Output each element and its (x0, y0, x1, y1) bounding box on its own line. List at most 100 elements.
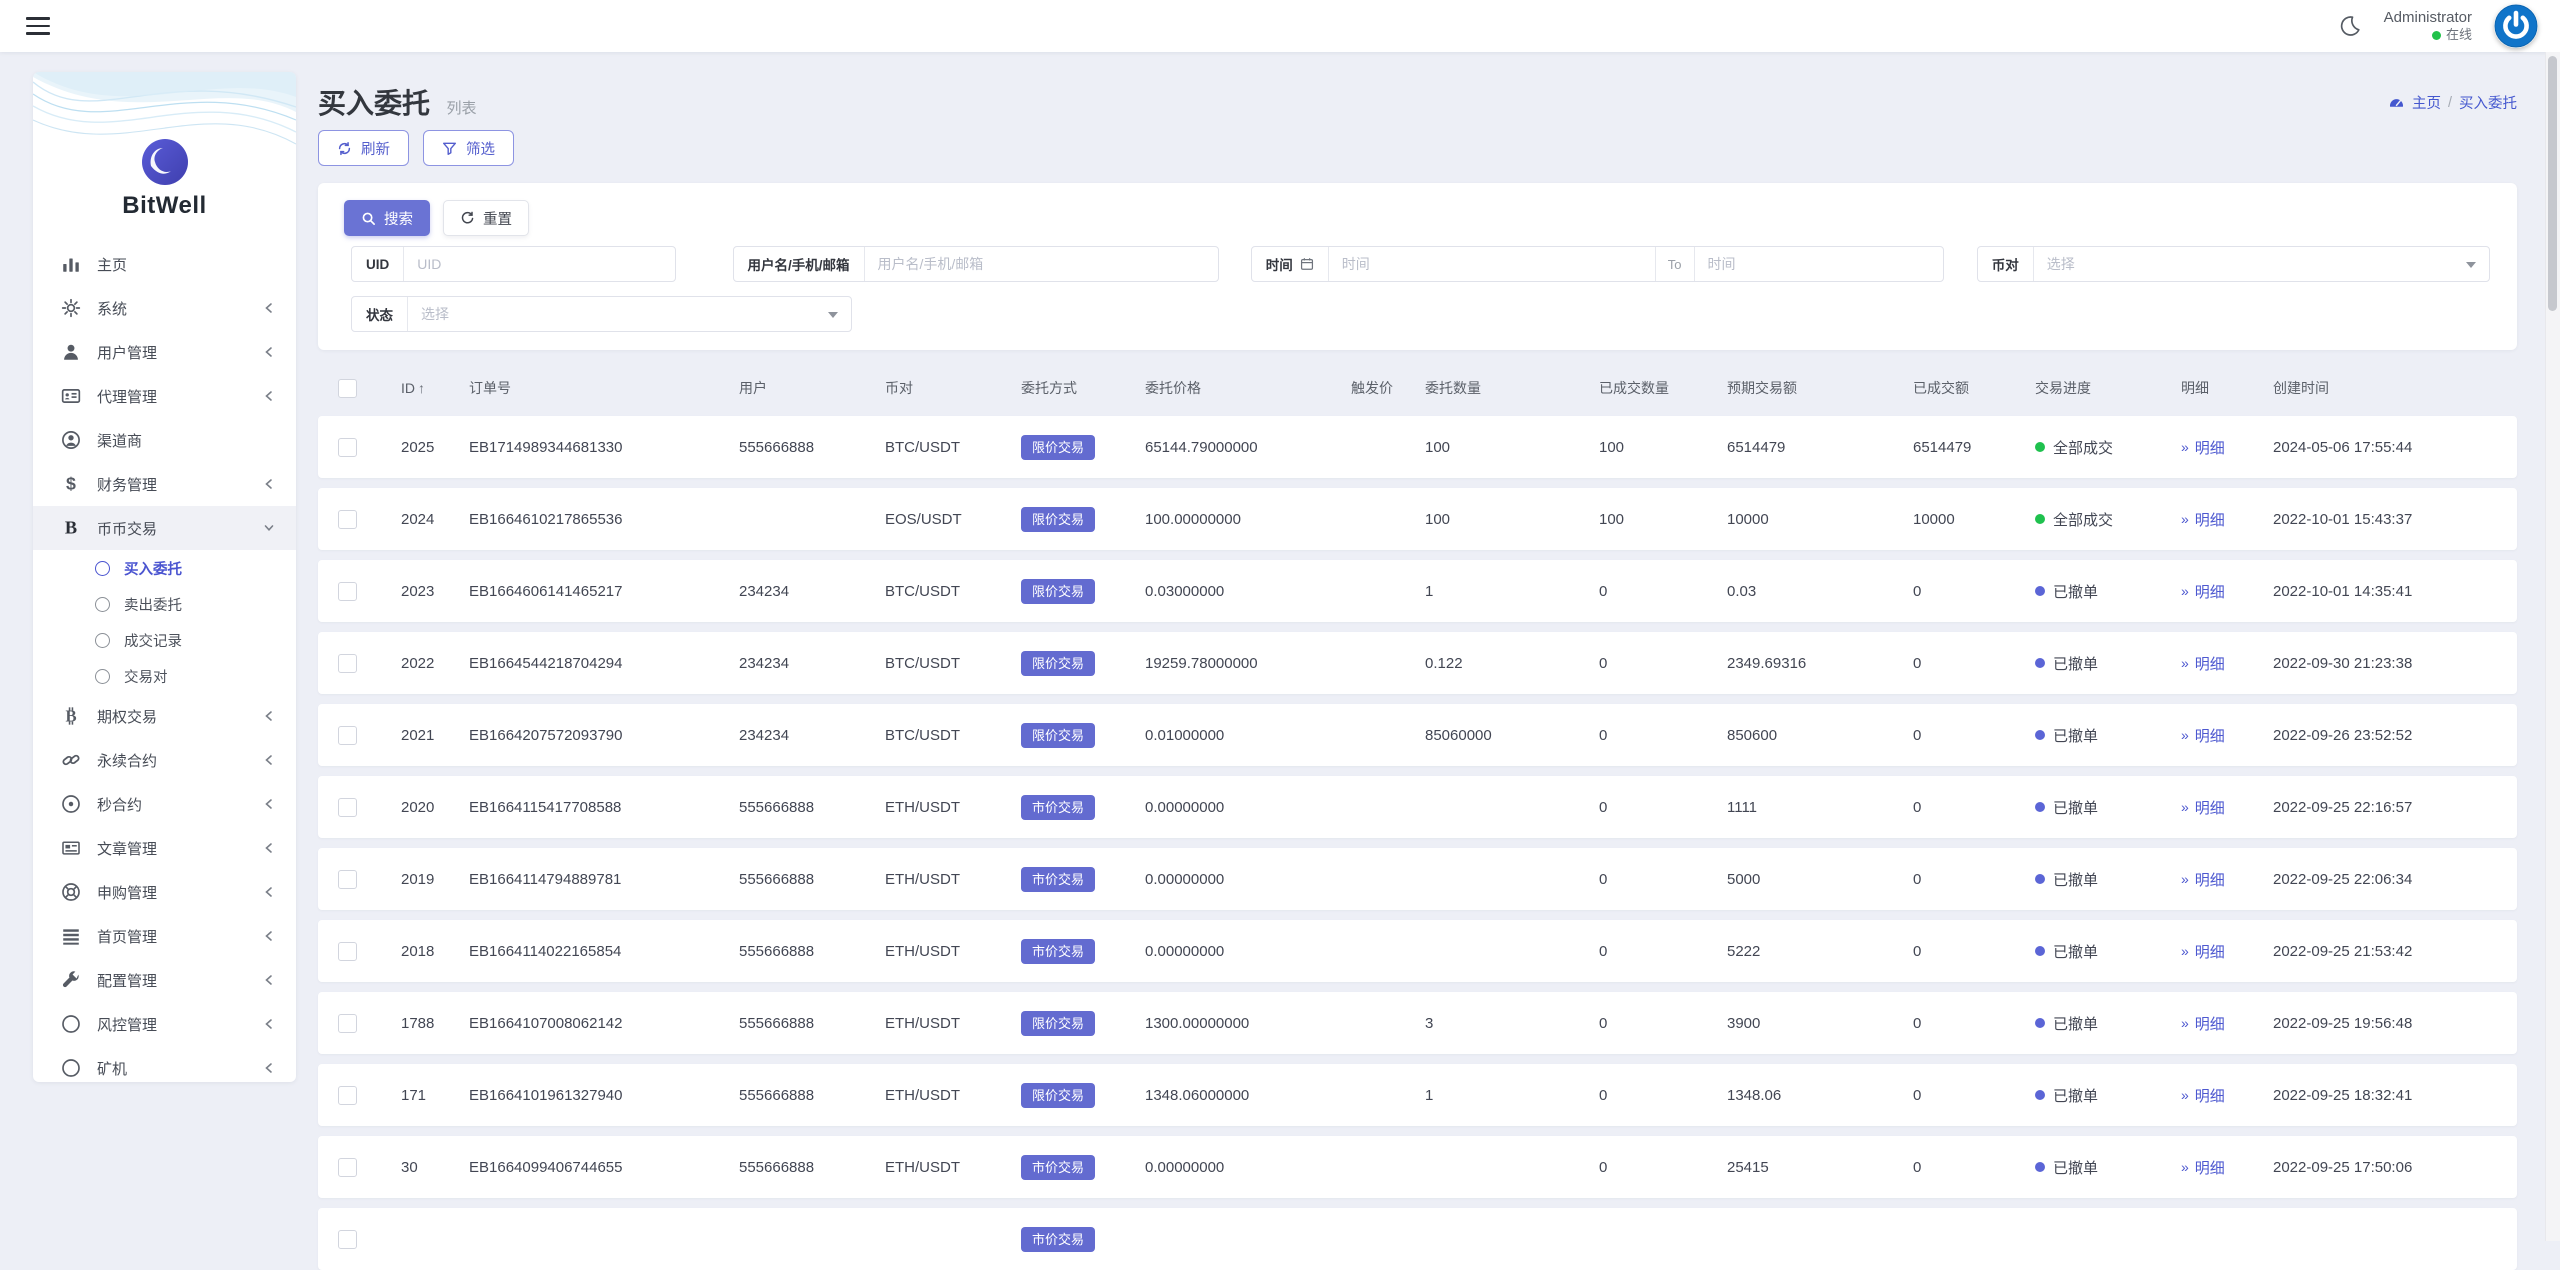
status-text: 已撤单 (2053, 869, 2098, 890)
sidebar-subitem-trade-pairs[interactable]: 交易对 (33, 658, 296, 694)
sidebar-item-user-mgmt[interactable]: 用户管理 (33, 330, 296, 374)
sidebar-item-risk-mgmt[interactable]: 风控管理 (33, 1002, 296, 1046)
avatar[interactable] (2494, 4, 2538, 48)
order-type-badge: 市价交易 (1021, 867, 1095, 892)
sidebar-item-finance-mgmt[interactable]: $财务管理 (33, 462, 296, 506)
pair-select[interactable]: 选择 (2034, 247, 2489, 281)
status-text: 已撤单 (2053, 941, 2098, 962)
cell-amount: 100 (1420, 439, 1594, 456)
sidebar-item-perpetual[interactable]: 永续合约 (33, 738, 296, 782)
column-header: 委托价格 (1140, 378, 1346, 398)
sidebar-item-miner[interactable]: 矿机 (33, 1046, 296, 1082)
row-checkbox[interactable] (338, 726, 357, 745)
detail-link[interactable]: »明细 (2181, 653, 2268, 674)
detail-link[interactable]: »明细 (2181, 797, 2268, 818)
row-checkbox[interactable] (338, 1230, 357, 1249)
cell-filled-qty: 100 (1594, 511, 1722, 528)
sidebar-item-home[interactable]: 主页 (33, 242, 296, 286)
cell-expected-amount: 10000 (1722, 511, 1908, 528)
reset-button[interactable]: 重置 (443, 200, 529, 236)
cell-filled-amount: 0 (1908, 1087, 2030, 1104)
sidebar-subitem-buy-orders[interactable]: 买入委托 (33, 550, 296, 586)
column-header: 币对 (880, 378, 1016, 398)
sidebar-item-agent-mgmt[interactable]: 代理管理 (33, 374, 296, 418)
sidebar-item-config-mgmt[interactable]: 配置管理 (33, 958, 296, 1002)
column-header: 用户 (734, 378, 880, 398)
cell-expected-amount: 1111 (1722, 799, 1908, 816)
detail-link[interactable]: »明细 (2181, 941, 2268, 962)
row-checkbox[interactable] (338, 1014, 357, 1033)
cell-created-time: 2022-10-01 15:43:37 (2268, 511, 2517, 528)
risk-mgmt-icon (61, 1014, 81, 1034)
bullet-circle-icon (95, 633, 110, 648)
sidebar-item-second-contract[interactable]: 秒合约 (33, 782, 296, 826)
cell-id: 30 (396, 1159, 464, 1176)
sidebar-item-options-trade[interactable]: B期权交易 (33, 694, 296, 738)
page-scrollbar[interactable] (2545, 52, 2560, 1241)
user-info[interactable]: Administrator 在线 (2384, 9, 2472, 44)
sidebar-item-article-mgmt[interactable]: 文章管理 (33, 826, 296, 870)
detail-link[interactable]: »明细 (2181, 509, 2268, 530)
chevron-left-icon (262, 1017, 276, 1031)
select-all-checkbox[interactable] (338, 379, 357, 398)
user-filter-input[interactable] (865, 247, 1218, 281)
article-mgmt-icon (61, 838, 81, 858)
detail-link[interactable]: »明细 (2181, 1085, 2268, 1106)
refresh-icon (337, 141, 352, 156)
detail-link[interactable]: »明细 (2181, 1157, 2268, 1178)
sidebar-item-label: 秒合约 (97, 794, 142, 815)
sidebar-menu: 主页系统用户管理代理管理渠道商 $财务管理B币币交易买入委托卖出委托成交记录交易对… (33, 224, 296, 1082)
row-checkbox[interactable] (338, 582, 357, 601)
row-checkbox[interactable] (338, 942, 357, 961)
column-header[interactable]: ID↑ (396, 380, 464, 396)
cell-detail: »明细 (2176, 725, 2268, 746)
cell-user: 555666888 (734, 799, 880, 816)
sidebar-item-label: 渠道商 (97, 430, 142, 451)
cell-created-time: 2022-09-25 21:53:42 (2268, 943, 2517, 960)
status-select[interactable]: 选择 (408, 297, 851, 331)
cell-status: 全部成交 (2030, 437, 2176, 458)
order-type-badge: 限价交易 (1021, 1011, 1095, 1036)
sidebar: BitWell 主页系统用户管理代理管理渠道商$财务管理B币币交易买入委托卖出委… (33, 72, 296, 1082)
uid-label: UID (352, 247, 404, 281)
cell-id: 171 (396, 1087, 464, 1104)
sidebar-subitem-trade-records[interactable]: 成交记录 (33, 622, 296, 658)
detail-link[interactable]: »明细 (2181, 437, 2268, 458)
breadcrumb-home[interactable]: 主页 (2412, 92, 2441, 113)
sidebar-item-subscribe-mgmt[interactable]: 申购管理 (33, 870, 296, 914)
detail-link[interactable]: »明细 (2181, 581, 2268, 602)
search-button[interactable]: 搜索 (344, 200, 430, 236)
dark-mode-moon-icon[interactable] (2338, 14, 2362, 38)
column-header: 交易进度 (2030, 378, 2176, 398)
row-checkbox[interactable] (338, 798, 357, 817)
sidebar-item-system[interactable]: 系统 (33, 286, 296, 330)
row-checkbox[interactable] (338, 870, 357, 889)
row-checkbox[interactable] (338, 438, 357, 457)
scrollbar-thumb[interactable] (2548, 56, 2557, 311)
filter-button[interactable]: 筛选 (423, 130, 514, 166)
breadcrumb-current[interactable]: 买入委托 (2459, 92, 2517, 113)
sidebar-item-spot-trade[interactable]: B币币交易 (33, 506, 296, 550)
uid-input[interactable] (404, 247, 674, 281)
hamburger-menu-icon[interactable] (26, 17, 50, 35)
cell-pair: ETH/USDT (880, 943, 1016, 960)
sidebar-subitem-sell-orders[interactable]: 卖出委托 (33, 586, 296, 622)
row-checkbox[interactable] (338, 654, 357, 673)
detail-link[interactable]: »明细 (2181, 725, 2268, 746)
cell-user: 234234 (734, 583, 880, 600)
row-checkbox[interactable] (338, 1086, 357, 1105)
svg-text:$: $ (66, 474, 76, 494)
detail-link[interactable]: »明细 (2181, 1013, 2268, 1034)
user-name: Administrator (2384, 9, 2472, 28)
sidebar-subitem-label: 成交记录 (124, 630, 182, 651)
sidebar-item-homepage-mgmt[interactable]: 首页管理 (33, 914, 296, 958)
time-to-input[interactable] (1695, 247, 1943, 281)
sidebar-item-label: 用户管理 (97, 342, 157, 363)
sidebar-item-channel[interactable]: 渠道商 (33, 418, 296, 462)
row-checkbox[interactable] (338, 1158, 357, 1177)
time-from-input[interactable] (1329, 247, 1655, 281)
refresh-button[interactable]: 刷新 (318, 130, 409, 166)
detail-link[interactable]: »明细 (2181, 869, 2268, 890)
row-checkbox[interactable] (338, 510, 357, 529)
sidebar-item-label: 永续合约 (97, 750, 157, 771)
